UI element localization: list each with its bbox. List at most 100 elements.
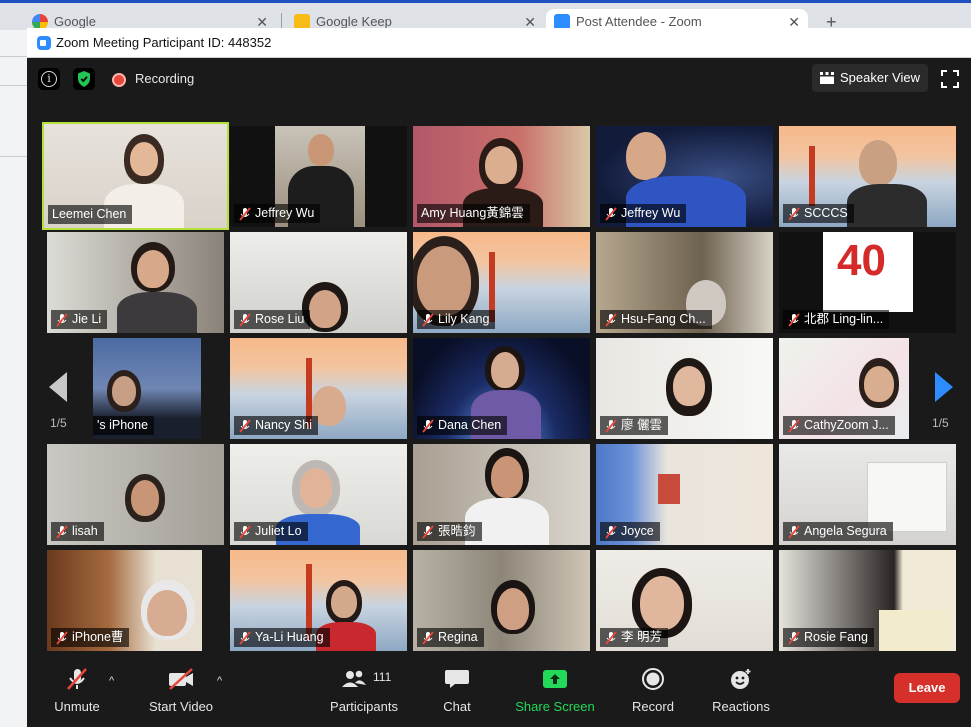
video-tile[interactable]: Juliet Lo xyxy=(230,444,407,545)
video-tile[interactable]: Dana Chen xyxy=(413,338,590,439)
video-tile[interactable]: lisah xyxy=(47,444,224,545)
recording-icon xyxy=(112,73,126,87)
video-tile[interactable]: Jeffrey Wu xyxy=(230,126,407,227)
video-tile[interactable]: 李 明芳 xyxy=(596,550,773,651)
muted-mic-icon xyxy=(788,524,800,539)
reactions-button[interactable]: Reactions xyxy=(707,653,775,727)
participant-silhouette xyxy=(131,480,159,516)
participant-name-tag: Rose Liu xyxy=(234,310,311,329)
participant-name: CathyZoom J... xyxy=(804,418,889,432)
participant-silhouette xyxy=(417,246,471,316)
participant-name-tag: SCCCS xyxy=(783,204,854,223)
participant-name-tag: Hsu-Fang Ch... xyxy=(600,310,712,329)
video-tile[interactable]: 's iPhone xyxy=(93,338,201,439)
video-off-icon xyxy=(169,668,193,690)
video-tile[interactable]: 廖 儷雲 xyxy=(596,338,773,439)
record-icon xyxy=(642,668,664,690)
muted-mic-icon xyxy=(788,206,800,221)
video-tile[interactable]: iPhone曹 xyxy=(47,550,202,651)
fullscreen-icon[interactable] xyxy=(941,70,959,88)
meeting-topbar: i Recording Speaker View xyxy=(27,58,971,98)
meeting-controls-toolbar: Unmute ^ Start Video ^ 111 Participants xyxy=(27,653,971,727)
participant-name: Nancy Shi xyxy=(255,418,312,432)
previous-page-arrow-icon[interactable] xyxy=(49,372,67,402)
video-tile[interactable]: Joyce xyxy=(596,444,773,545)
participant-silhouette xyxy=(640,576,684,630)
video-tile[interactable]: Rose Liu xyxy=(230,232,407,333)
video-tile[interactable]: Lily Kang xyxy=(413,232,590,333)
calligraphy-paper xyxy=(879,610,949,651)
share-screen-button[interactable]: Share Screen xyxy=(509,653,601,727)
video-tile[interactable]: Hsu-Fang Ch... xyxy=(596,232,773,333)
participant-silhouette xyxy=(491,456,523,498)
video-tile[interactable]: 張晧鈞 xyxy=(413,444,590,545)
video-tile[interactable]: CathyZoom J... xyxy=(779,338,909,439)
leave-meeting-button[interactable]: Leave xyxy=(894,673,960,703)
video-tile[interactable]: Jie Li xyxy=(47,232,224,333)
audio-options-caret-icon[interactable]: ^ xyxy=(109,675,114,687)
record-button[interactable]: Record xyxy=(623,653,683,727)
video-tile[interactable]: 40 北郡 Ling-lin... xyxy=(779,232,956,333)
browser-tab-title: Google Keep xyxy=(316,14,392,29)
participant-silhouette xyxy=(847,184,927,227)
chat-icon xyxy=(445,670,469,688)
speaker-view-button[interactable]: Speaker View xyxy=(812,64,928,92)
participant-name-tag: lisah xyxy=(51,522,104,541)
video-tile[interactable]: Ya-Li Huang xyxy=(230,550,407,651)
participant-name-tag: Lily Kang xyxy=(417,310,496,329)
video-tile[interactable]: Jeffrey Wu xyxy=(596,126,773,227)
video-tile[interactable]: Regina xyxy=(413,550,590,651)
muted-mic-icon xyxy=(422,524,434,539)
browser-tab-strip: Google ✕ Google Keep ✕ Post Attendee - Z… xyxy=(0,0,971,35)
start-video-label: Start Video xyxy=(148,699,214,714)
record-label: Record xyxy=(632,699,674,714)
shield-icon xyxy=(78,71,90,87)
muted-mic-icon xyxy=(239,630,251,645)
video-tile[interactable]: Amy Huang黃錦雲 xyxy=(413,126,590,227)
participants-icon xyxy=(342,670,367,687)
divider xyxy=(0,56,27,57)
page-indicator-left: 1/5 xyxy=(50,416,67,430)
video-tile[interactable]: Leemei Chen xyxy=(42,122,229,230)
participant-silhouette xyxy=(137,250,169,288)
meeting-info-button[interactable]: i xyxy=(38,68,60,90)
zoom-meeting-window: Zoom Meeting Participant ID: 448352 i Re… xyxy=(27,28,971,727)
video-tile[interactable]: Rosie Fang xyxy=(779,550,956,651)
page-indicator-right: 1/5 xyxy=(932,416,949,430)
muted-mic-icon xyxy=(56,524,68,539)
participant-name: Lily Kang xyxy=(438,312,490,326)
divider xyxy=(0,156,27,157)
video-tile[interactable]: Nancy Shi xyxy=(230,338,407,439)
muted-mic-icon xyxy=(788,312,800,327)
participant-name-tag: CathyZoom J... xyxy=(783,416,895,435)
next-page-arrow-icon[interactable] xyxy=(935,372,953,402)
participant-name: Juliet Lo xyxy=(255,524,302,538)
participant-name: lisah xyxy=(72,524,98,538)
divider xyxy=(0,85,27,86)
participant-silhouette xyxy=(308,134,334,166)
participant-name-tag: 廖 儷雲 xyxy=(600,416,668,435)
muted-mic-icon xyxy=(605,418,617,433)
participant-silhouette xyxy=(112,376,136,406)
muted-mic-icon xyxy=(67,668,87,690)
participant-name: 張晧鈞 xyxy=(438,524,476,538)
participants-button[interactable]: 111 Participants xyxy=(323,653,405,727)
participant-name-tag: Jie Li xyxy=(51,310,108,329)
participant-name-tag: Ya-Li Huang xyxy=(234,628,330,647)
video-options-caret-icon[interactable]: ^ xyxy=(217,675,222,687)
participant-name: Regina xyxy=(438,630,478,644)
security-button[interactable] xyxy=(73,68,95,90)
participant-name-tag: Regina xyxy=(417,628,484,647)
wall-poster xyxy=(658,474,680,504)
start-video-button[interactable]: Start Video xyxy=(139,653,223,727)
participant-name: Leemei Chen xyxy=(52,207,127,221)
muted-mic-icon xyxy=(239,418,251,433)
participant-silhouette xyxy=(485,146,517,184)
background-page xyxy=(0,30,27,727)
participant-name-tag: Joyce xyxy=(600,522,660,541)
video-tile[interactable]: Angela Segura xyxy=(779,444,956,545)
unmute-button[interactable]: Unmute xyxy=(41,653,113,727)
speaker-view-label: Speaker View xyxy=(840,70,920,85)
chat-button[interactable]: Chat xyxy=(431,653,483,727)
video-tile[interactable]: SCCCS xyxy=(779,126,956,227)
